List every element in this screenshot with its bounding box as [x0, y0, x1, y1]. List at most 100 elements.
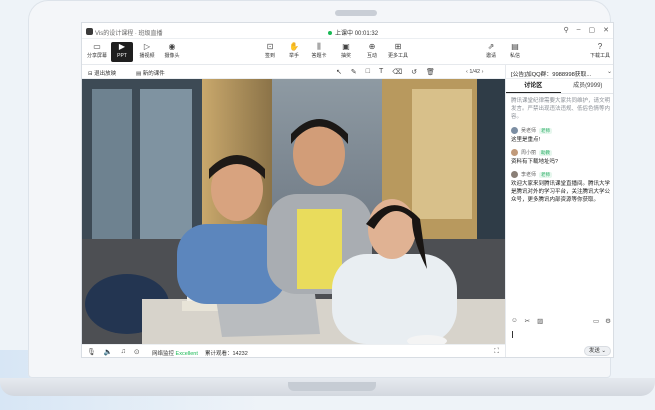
app-window: Vis的设计课程 · 班级直播 上课中 00:01:32 ⚲ – ▢ ✕ ▭ 分…: [81, 22, 614, 358]
close-icon[interactable]: ✕: [603, 26, 609, 34]
text-icon[interactable]: T: [379, 68, 383, 76]
speaker-icon[interactable]: 🔈: [104, 348, 113, 356]
interact-icon: ⊕: [368, 42, 376, 51]
window-controls: ⚲ – ▢ ✕: [563, 26, 609, 34]
undo-icon[interactable]: ↺: [411, 68, 417, 76]
play-video-label: 播视频: [139, 53, 155, 59]
mic-icon[interactable]: 🎙: [87, 348, 96, 356]
quick-reply-icon[interactable]: ▭: [593, 317, 599, 325]
main-toolbar: ▭ 分享屏幕 ▶ PPT ▷ 播视频 ◉ 摄像头 ⊡ 签到 ✋ 举手 ⫼ 答题卡…: [82, 39, 613, 65]
avatar: [511, 149, 518, 156]
play-video-button[interactable]: ▷ 播视频: [136, 42, 158, 62]
announcement-bar[interactable]: [公告]加QQ群：9988998获取... ⌄: [506, 65, 613, 79]
panel-tabs: 讨论区 成员(9999): [506, 79, 614, 94]
download-tools-label: 下载工具: [589, 53, 610, 59]
chat-message: 周小丽 助教 资料有下载地址吗?: [511, 149, 611, 166]
system-message: 腾讯课堂纪律需要大家共同维护，请文明发言。严禁出现违法违规、低俗色情等内容。: [511, 98, 611, 120]
message-author: 周小丽 助教: [511, 149, 611, 156]
location-icon[interactable]: ⊙: [134, 348, 140, 356]
minimize-icon[interactable]: –: [577, 26, 581, 34]
more-tools-label: 更多工具: [387, 53, 408, 59]
status-bar: 🎙 🔈 ♫ ⊙ 网络监控 Excellent 累计观看：14232 ⛶: [82, 344, 505, 357]
prev-page-icon[interactable]: ‹: [466, 69, 468, 75]
emoji-icon[interactable]: ☺: [511, 317, 518, 325]
download-tools-button[interactable]: ? 下载工具: [589, 42, 611, 62]
camera-button[interactable]: ◉ 摄像头: [161, 42, 183, 62]
sign-in-button[interactable]: ⊡ 签到: [259, 42, 281, 62]
screen-share-icon: ▭: [93, 42, 101, 51]
private-message-button[interactable]: ▤ 私信: [504, 42, 526, 62]
share-screen-label: 分享屏幕: [86, 53, 107, 59]
maximize-icon[interactable]: ▢: [589, 26, 596, 34]
exit-presentation-button[interactable]: ⊟ 退出放映: [88, 69, 116, 77]
page-indicator: ‹ 1/42 ›: [466, 69, 483, 75]
raise-hand-button[interactable]: ✋ 举手: [283, 42, 305, 62]
laptop-frame: Vis的设计课程 · 班级直播 上课中 00:01:32 ⚲ – ▢ ✕ ▭ 分…: [28, 0, 614, 378]
message-icon: ▤: [511, 42, 519, 51]
chat-input[interactable]: [512, 331, 513, 338]
live-indicator: 上课中 00:01:32: [328, 28, 378, 37]
chat-message: 李老师 老师 欢迎大家来到腾讯课堂直播间。腾讯大学是腾讯对外的学习平台，关注腾讯…: [511, 171, 611, 204]
trash-icon[interactable]: 🗑: [426, 68, 435, 76]
interact-button[interactable]: ⊕ 互动: [361, 42, 383, 62]
pin-icon[interactable]: ⚲: [563, 26, 568, 34]
raise-hand-label: 举手: [288, 53, 299, 59]
classroom-photo: [82, 79, 505, 344]
cursor-icon[interactable]: ↖: [336, 68, 342, 76]
music-icon[interactable]: ♫: [121, 348, 126, 356]
more-tools-icon: ⊞: [394, 42, 402, 51]
new-courseware-label: 新的课件: [142, 71, 165, 77]
discussion-panel: [公告]加QQ群：9988998获取... ⌄ 讨论区 成员(9999) 腾讯课…: [505, 65, 614, 357]
help-icon: ?: [597, 42, 603, 51]
private-message-label: 私信: [509, 53, 520, 59]
tab-members[interactable]: 成员(9999): [561, 79, 614, 93]
tab-discussion[interactable]: 讨论区: [506, 79, 561, 93]
quiz-icon: ⫼: [317, 42, 321, 51]
annotation-tools: ↖ ✎ □ T ⌫ ↺ 🗑: [336, 68, 435, 76]
ppt-label: PPT: [117, 53, 127, 59]
lottery-button[interactable]: ▣ 抽奖: [335, 42, 357, 62]
next-page-icon[interactable]: ›: [482, 69, 484, 75]
elapsed-time: 00:01:32: [354, 31, 379, 37]
message-text: 资料有下载地址吗?: [511, 159, 559, 165]
title-bar: Vis的设计课程 · 班级直播 上课中 00:01:32 ⚲ – ▢ ✕: [82, 23, 613, 39]
author-name: 吴老师: [521, 128, 537, 134]
new-courseware-button[interactable]: ▤ 新的课件: [136, 69, 165, 77]
network-label: 网络监控: [152, 351, 175, 357]
announcement-text: [公告]加QQ群：9988998获取...: [511, 72, 592, 78]
presentation-slide-photo: [82, 79, 505, 344]
ppt-icon: ▶: [118, 42, 126, 51]
lottery-label: 抽奖: [340, 53, 351, 59]
role-badge: 老师: [539, 127, 553, 134]
more-tools-button[interactable]: ⊞ 更多工具: [387, 42, 409, 62]
pen-icon[interactable]: ✎: [351, 68, 357, 76]
chevron-down-icon[interactable]: ⌄: [607, 68, 612, 75]
quiz-button[interactable]: ⫼ 答题卡: [308, 42, 330, 62]
image-icon[interactable]: ▨: [537, 317, 543, 325]
message-author: 吴老师 老师: [511, 127, 611, 134]
live-status: 上课中: [335, 31, 354, 37]
hand-icon: ✋: [289, 42, 299, 51]
rectangle-icon[interactable]: □: [366, 68, 370, 76]
scissors-icon[interactable]: ✂: [525, 317, 530, 325]
live-dot-icon: [328, 31, 332, 36]
ppt-button[interactable]: ▶ PPT: [111, 42, 133, 62]
interact-label: 互动: [366, 53, 377, 59]
eraser-icon[interactable]: ⌫: [392, 68, 402, 76]
view-count: 累计观看：14232: [205, 351, 248, 357]
video-icon: ▷: [143, 42, 151, 51]
invite-button[interactable]: ⇗ 邀请: [480, 42, 502, 62]
avatar: [511, 127, 518, 134]
network-monitor: 网络监控 Excellent: [152, 349, 198, 357]
app-logo-icon: [86, 28, 93, 35]
sign-in-icon: ⊡: [266, 42, 274, 51]
share-screen-button[interactable]: ▭ 分享屏幕: [86, 42, 108, 62]
message-author: 李老师 老师: [511, 171, 611, 178]
author-name: 李老师: [521, 172, 537, 178]
send-button[interactable]: 发送 ⌄: [583, 346, 611, 356]
presentation-bar: ⊟ 退出放映 ▤ 新的课件 ↖ ✎ □ T ⌫ ↺ 🗑 ‹ 1/42 ›: [82, 65, 505, 79]
settings-icon[interactable]: ⚙: [605, 317, 611, 325]
fullscreen-icon[interactable]: ⛶: [494, 348, 499, 356]
laptop-notch: [288, 382, 376, 391]
message-list: 腾讯课堂纪律需要大家共同维护，请文明发言。严禁出现违法违规、低俗色情等内容。 吴…: [511, 97, 611, 209]
